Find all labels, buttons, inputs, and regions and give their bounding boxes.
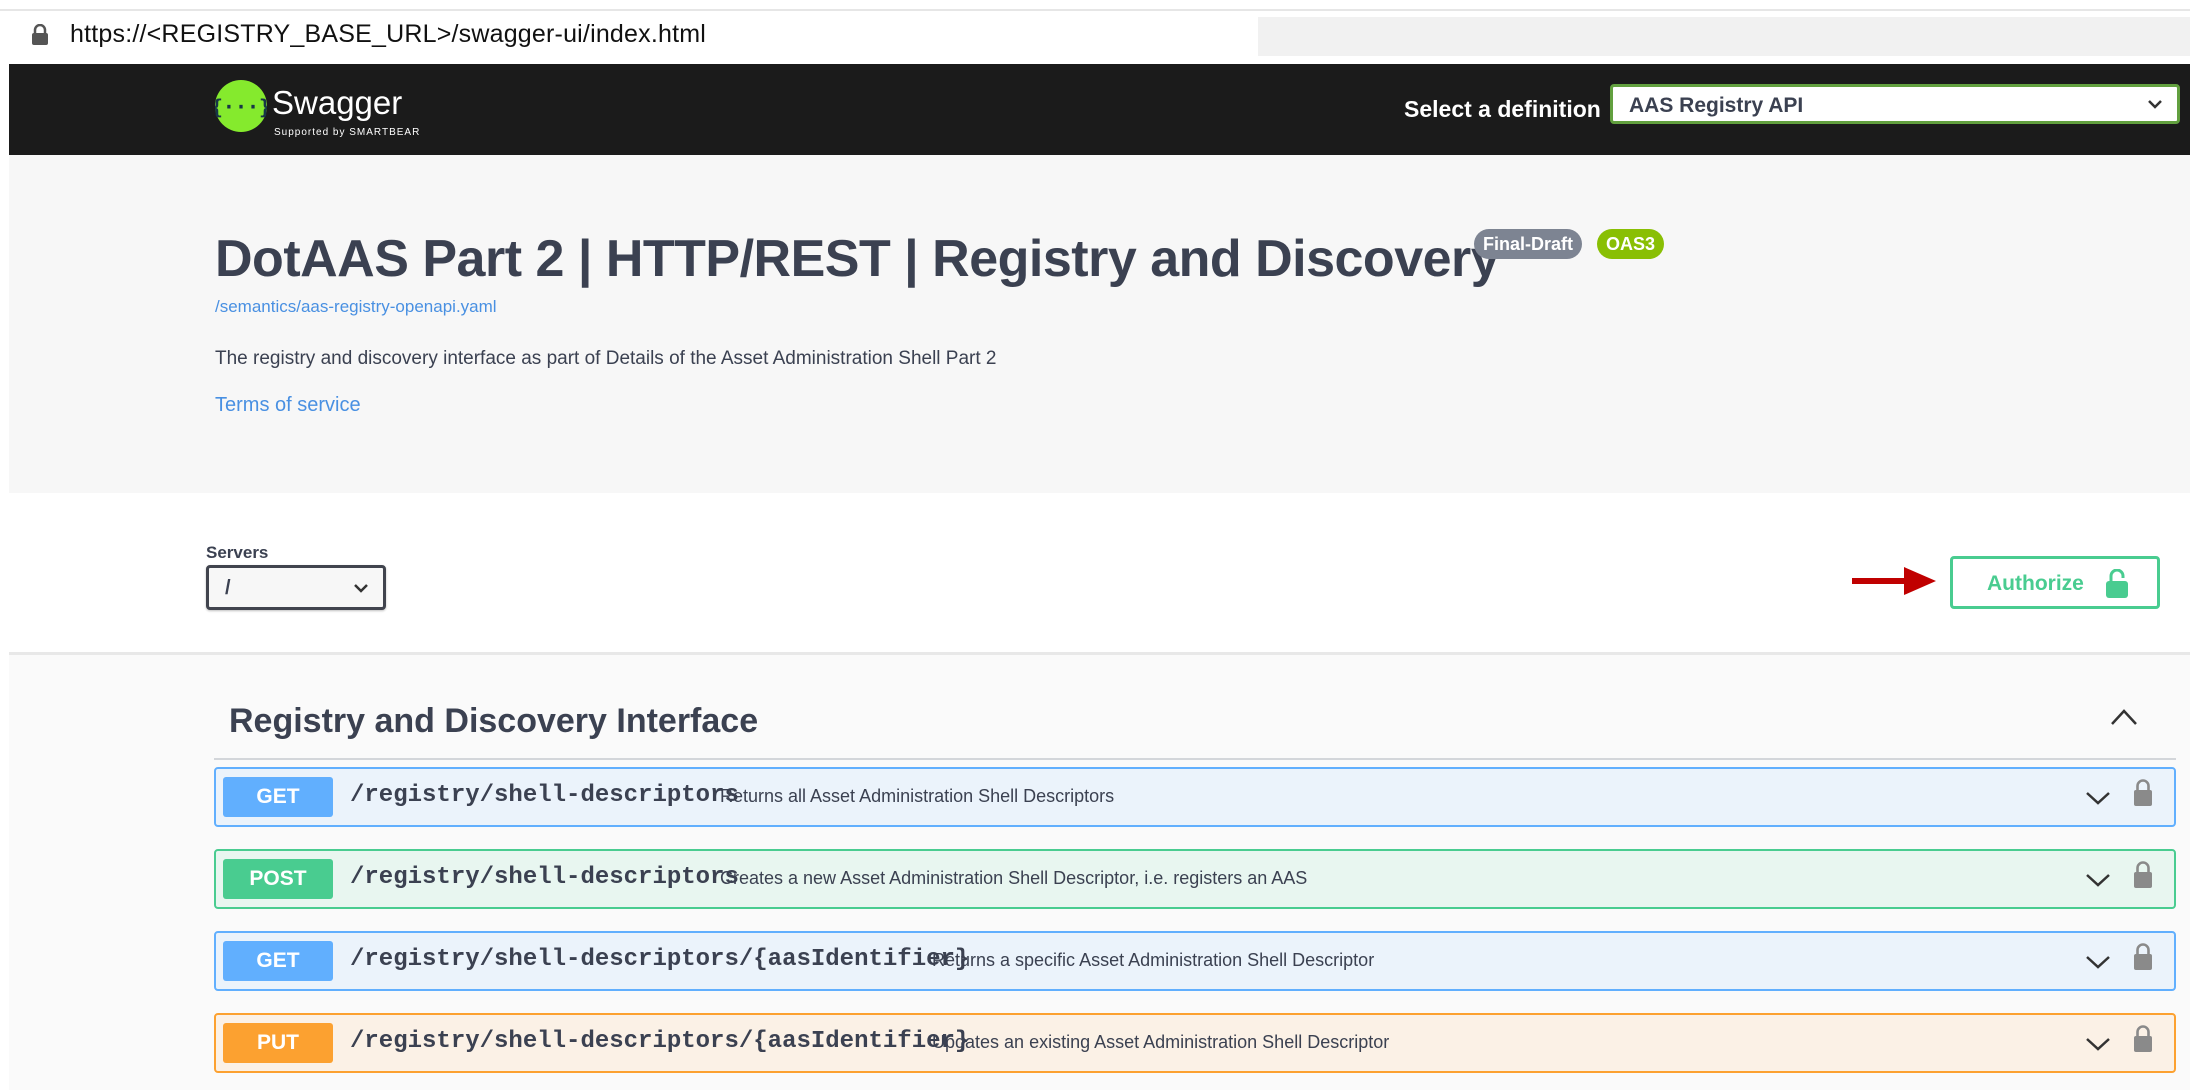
method-badge-post: POST [223,859,333,899]
method-badge-put: PUT [223,1023,333,1063]
swagger-topbar: {···} Swagger Supported by SMARTBEAR Sel… [9,64,2190,155]
operation-row[interactable]: GET /registry/shell-descriptors/{aasIden… [214,931,2176,991]
api-description: The registry and discovery interface as … [215,348,997,369]
operation-summary: Returns all Asset Administration Shell D… [720,786,1115,806]
browser-address-bar: https://<REGISTRY_BASE_URL>/swagger-ui/i… [0,0,2190,64]
red-arrow-annotation [1852,567,1936,595]
chevron-down-icon[interactable] [2085,872,2111,888]
definition-label: Select a definition [1404,96,1601,122]
operation-row[interactable]: GET /registry/shell-descriptors Returns … [214,767,2176,827]
tag-title[interactable]: Registry and Discovery Interface [229,702,758,741]
chevron-down-icon[interactable] [2085,1036,2111,1052]
chevron-down-icon [2148,100,2162,109]
lock-icon[interactable] [2133,943,2153,971]
operation-path: /registry/shell-descriptors/{aasIdentifi… [350,1028,970,1055]
authorize-label: Authorize [1987,572,2084,595]
swagger-logo-text: Swagger [272,84,403,121]
definition-selected-value: AAS Registry API [1629,94,1804,117]
lock-icon[interactable] [2133,779,2153,807]
operation-row[interactable]: POST /registry/shell-descriptors Creates… [214,849,2176,909]
address-bar-fill [1258,17,2190,56]
operation-summary: Returns a specific Asset Administration … [932,950,1375,970]
operation-path: /registry/shell-descriptors/{aasIdentifi… [350,946,970,973]
servers-select[interactable]: / [206,565,386,610]
definition-select[interactable]: AAS Registry API [1610,84,2180,124]
operation-summary: Updates an existing Asset Administration… [932,1032,1390,1052]
chevron-down-icon[interactable] [2085,954,2111,970]
operation-summary: Creates a new Asset Administration Shell… [720,868,1308,888]
lock-icon [32,24,48,45]
authorize-button[interactable]: Authorize [1950,556,2160,609]
servers-label: Servers [206,543,269,562]
url-text[interactable]: https://<REGISTRY_BASE_URL>/swagger-ui/i… [70,20,706,49]
method-badge-get: GET [223,941,333,981]
chevron-down-icon [354,584,368,593]
terms-of-service-link[interactable]: Terms of service [215,394,361,417]
method-badge-get: GET [223,777,333,817]
oas-badge: OAS3 [1597,229,1665,259]
chevron-down-icon[interactable] [2085,790,2111,806]
servers-selected-value: / [225,577,231,599]
swagger-logo-icon[interactable]: {···} [215,80,267,132]
page-title: DotAAS Part 2 | HTTP/REST | Registry and… [215,230,1500,288]
operation-path: /registry/shell-descriptors [350,782,739,809]
swagger-logo-subtext: Supported by SMARTBEAR [274,127,421,138]
spec-url-link[interactable]: /semantics/aas-registry-openapi.yaml [215,297,497,317]
api-info-section: DotAAS Part 2 | HTTP/REST | Registry and… [9,155,2190,493]
unlocked-icon [2106,569,2128,598]
address-bar-border [0,9,2190,11]
lock-icon[interactable] [2133,1025,2153,1053]
lock-icon[interactable] [2133,861,2153,889]
operation-row[interactable]: PUT /registry/shell-descriptors/{aasIden… [214,1013,2176,1073]
version-badge: Final-Draft [1474,229,1582,259]
operation-path: /registry/shell-descriptors [350,864,739,891]
tag-underline [214,758,2176,760]
svg-text:{···}: {···} [215,95,267,119]
chevron-up-icon[interactable] [2109,707,2139,727]
